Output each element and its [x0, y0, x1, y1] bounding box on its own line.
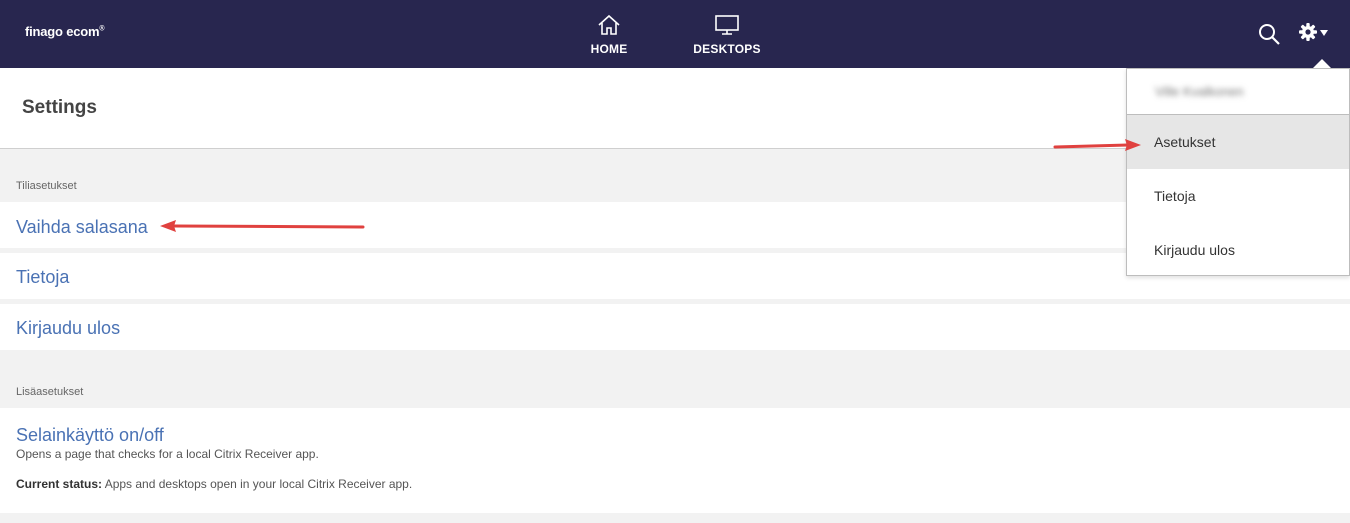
current-status-text: Apps and desktops open in your local Cit… [102, 477, 413, 491]
nav-desktops[interactable]: DESKTOPS [682, 14, 772, 56]
nav-home-label: HOME [590, 42, 628, 56]
dropdown-caret [1313, 59, 1331, 68]
browser-access-description: Opens a page that checks for a local Cit… [16, 447, 319, 461]
dropdown-item-settings-label: Asetukset [1154, 134, 1216, 150]
change-password-link[interactable]: Vaihda salasana [16, 217, 148, 238]
dropdown-item-settings[interactable]: Asetukset [1127, 115, 1349, 169]
section-label-extra: Lisäasetukset [16, 386, 84, 398]
logout-link[interactable]: Kirjaudu ulos [16, 318, 120, 339]
annotation-arrow-right [1053, 139, 1141, 151]
user-name: Ville Kvalkonen [1155, 84, 1244, 99]
dropdown-user: Ville Kvalkonen [1127, 69, 1349, 115]
about-link[interactable]: Tietoja [16, 267, 69, 288]
settings-menu-button[interactable] [1298, 22, 1328, 44]
current-status: Current status: Apps and desktops open i… [16, 477, 412, 491]
logo-mark: ® [99, 25, 105, 33]
home-icon [598, 14, 620, 35]
chevron-down-icon [1320, 30, 1328, 36]
top-bar: finago ecom® HOME DESKTOPS [0, 0, 1350, 68]
page-title: Settings [22, 97, 97, 118]
dropdown-item-about-label: Tietoja [1154, 188, 1196, 204]
annotation-arrow-left [160, 220, 365, 232]
search-button[interactable] [1257, 22, 1281, 46]
monitor-icon [715, 15, 739, 35]
row-browser-access[interactable]: Selainkäyttö on/off Opens a page that ch… [0, 408, 1350, 513]
dropdown-item-logout-label: Kirjaudu ulos [1154, 242, 1235, 258]
nav-home[interactable]: HOME [564, 14, 654, 56]
nav-desktops-label: DESKTOPS [693, 42, 761, 56]
logo[interactable]: finago ecom® [25, 24, 105, 39]
current-status-label: Current status: [16, 477, 103, 491]
row-logout[interactable]: Kirjaudu ulos [0, 304, 1350, 350]
dropdown-item-about[interactable]: Tietoja [1127, 169, 1349, 223]
gear-icon [1299, 23, 1317, 41]
settings-dropdown: Ville Kvalkonen Asetukset Tietoja Kirjau… [1126, 68, 1350, 276]
dropdown-item-logout[interactable]: Kirjaudu ulos [1127, 223, 1349, 277]
browser-access-link[interactable]: Selainkäyttö on/off [16, 425, 164, 446]
search-icon [1259, 24, 1280, 45]
logo-text: finago ecom [25, 24, 100, 39]
section-label-account: Tiliasetukset [16, 180, 77, 192]
